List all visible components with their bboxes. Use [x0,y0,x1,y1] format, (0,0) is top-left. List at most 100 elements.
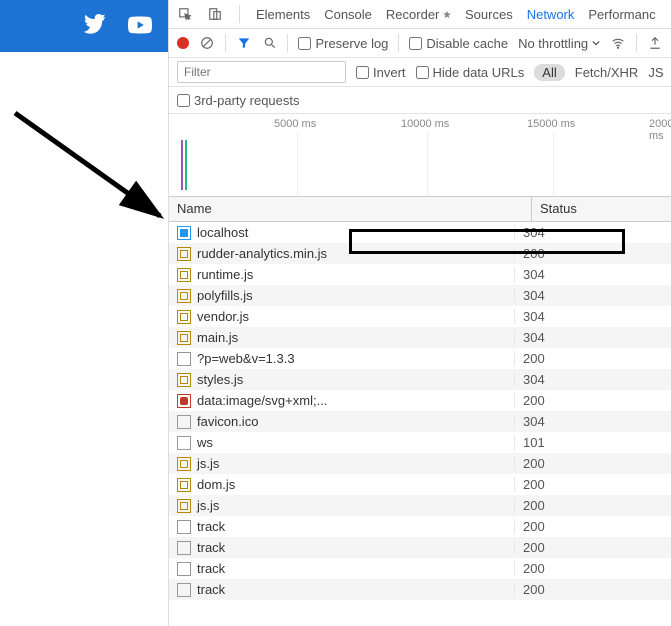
table-row[interactable]: runtime.js 304 [169,264,671,285]
tab-recorder[interactable]: Recorder [386,7,451,22]
table-row[interactable]: track200 [169,558,671,579]
table-row[interactable]: localhost 304 [169,222,671,243]
annotation-arrow [10,108,180,238]
request-status: 200 [515,519,671,534]
request-grid: localhost304rudder-analytics.min.js200ru… [169,222,671,600]
file-icon [177,457,191,471]
file-icon [177,352,191,366]
inspect-icon[interactable] [177,6,193,22]
request-name: ws [197,435,213,450]
request-name: track [197,582,225,597]
table-row[interactable]: favicon.ico 304 [169,411,671,432]
upload-icon[interactable] [647,35,663,51]
request-status: 200 [515,582,671,597]
request-status: 200 [515,540,671,555]
request-status: 304 [515,225,671,240]
request-status: 200 [515,456,671,471]
table-row[interactable]: styles.js 304 [169,369,671,390]
request-status: 304 [515,414,671,429]
invert-checkbox[interactable]: Invert [356,65,406,80]
network-toolbar: Preserve log Disable cache No throttling [169,29,671,58]
filter-input[interactable] [177,61,346,83]
twitter-icon[interactable] [84,14,106,39]
record-button[interactable] [177,37,189,49]
request-name: dom.js [197,477,235,492]
table-row[interactable]: track 200 [169,579,671,600]
request-status: 304 [515,372,671,387]
request-name: ?p=web&v=1.3.3 [197,351,295,366]
third-party-checkbox[interactable]: 3rd-party requests [177,93,300,108]
wifi-icon[interactable] [610,35,626,51]
clear-icon[interactable] [199,35,215,51]
filter-icon[interactable] [236,35,252,51]
request-status: 200 [515,477,671,492]
column-status[interactable]: Status [532,197,671,221]
table-row[interactable]: js.js200 [169,495,671,516]
table-row[interactable]: data:image/svg+xml;... 200 [169,390,671,411]
table-row[interactable]: polyfills.js 304 [169,285,671,306]
request-status: 304 [515,288,671,303]
request-name: vendor.js [197,309,249,324]
file-icon [177,247,191,261]
table-row[interactable]: vendor.js 304 [169,306,671,327]
file-icon [177,331,191,345]
request-name: favicon.ico [197,414,258,429]
file-icon [177,541,191,555]
filter-js[interactable]: JS [648,65,663,80]
request-name: runtime.js [197,267,253,282]
filter-all[interactable]: All [534,64,564,81]
youtube-icon[interactable] [128,13,152,40]
device-icon[interactable] [207,6,223,22]
table-row[interactable]: rudder-analytics.min.js200 [169,243,671,264]
table-row[interactable]: ?p=web&v=1.3.3200 [169,348,671,369]
throttling-select[interactable]: No throttling [518,36,600,51]
preserve-log-checkbox[interactable]: Preserve log [298,36,388,51]
file-icon [177,436,191,450]
request-name: track [197,519,225,534]
table-row[interactable]: track 200 [169,516,671,537]
request-name: polyfills.js [197,288,253,303]
request-grid-header: Name Status [169,197,671,222]
table-row[interactable]: ws 101 [169,432,671,453]
tab-console[interactable]: Console [324,7,372,22]
tab-network[interactable]: Network [527,7,575,22]
file-icon [177,226,191,240]
request-name: styles.js [197,372,243,387]
tick-label: 10000 ms [401,118,449,130]
request-name: js.js [197,498,219,513]
tick-label: 15000 ms [527,118,575,130]
third-party-row: 3rd-party requests [169,87,671,114]
column-name[interactable]: Name [169,197,532,221]
table-row[interactable]: dom.js 200 [169,474,671,495]
file-icon [177,310,191,324]
file-icon [177,268,191,282]
request-name: localhost [197,225,248,240]
timeline-overview[interactable]: 5000 ms 10000 ms 15000 ms 20000 ms [169,114,671,197]
request-name: js.js [197,456,219,471]
table-row[interactable]: main.js304 [169,327,671,348]
request-status: 200 [515,393,671,408]
search-icon[interactable] [262,35,278,51]
file-icon [177,562,191,576]
tab-sources[interactable]: Sources [465,7,513,22]
disable-cache-checkbox[interactable]: Disable cache [409,36,508,51]
tab-performance[interactable]: Performanc [588,7,655,22]
hide-data-urls-checkbox[interactable]: Hide data URLs [416,65,525,80]
filter-fetch[interactable]: Fetch/XHR [575,65,639,80]
file-icon [177,394,191,408]
request-status: 304 [515,309,671,324]
request-name: data:image/svg+xml;... [197,393,327,408]
tab-elements[interactable]: Elements [256,7,310,22]
file-icon [177,373,191,387]
table-row[interactable]: js.js 200 [169,453,671,474]
request-status: 200 [515,246,671,261]
request-status: 304 [515,267,671,282]
request-status: 101 [515,435,671,450]
file-icon [177,478,191,492]
file-icon [177,499,191,513]
site-header [0,0,168,52]
file-icon [177,583,191,597]
table-row[interactable]: track200 [169,537,671,558]
file-icon [177,520,191,534]
request-name: track [197,561,225,576]
